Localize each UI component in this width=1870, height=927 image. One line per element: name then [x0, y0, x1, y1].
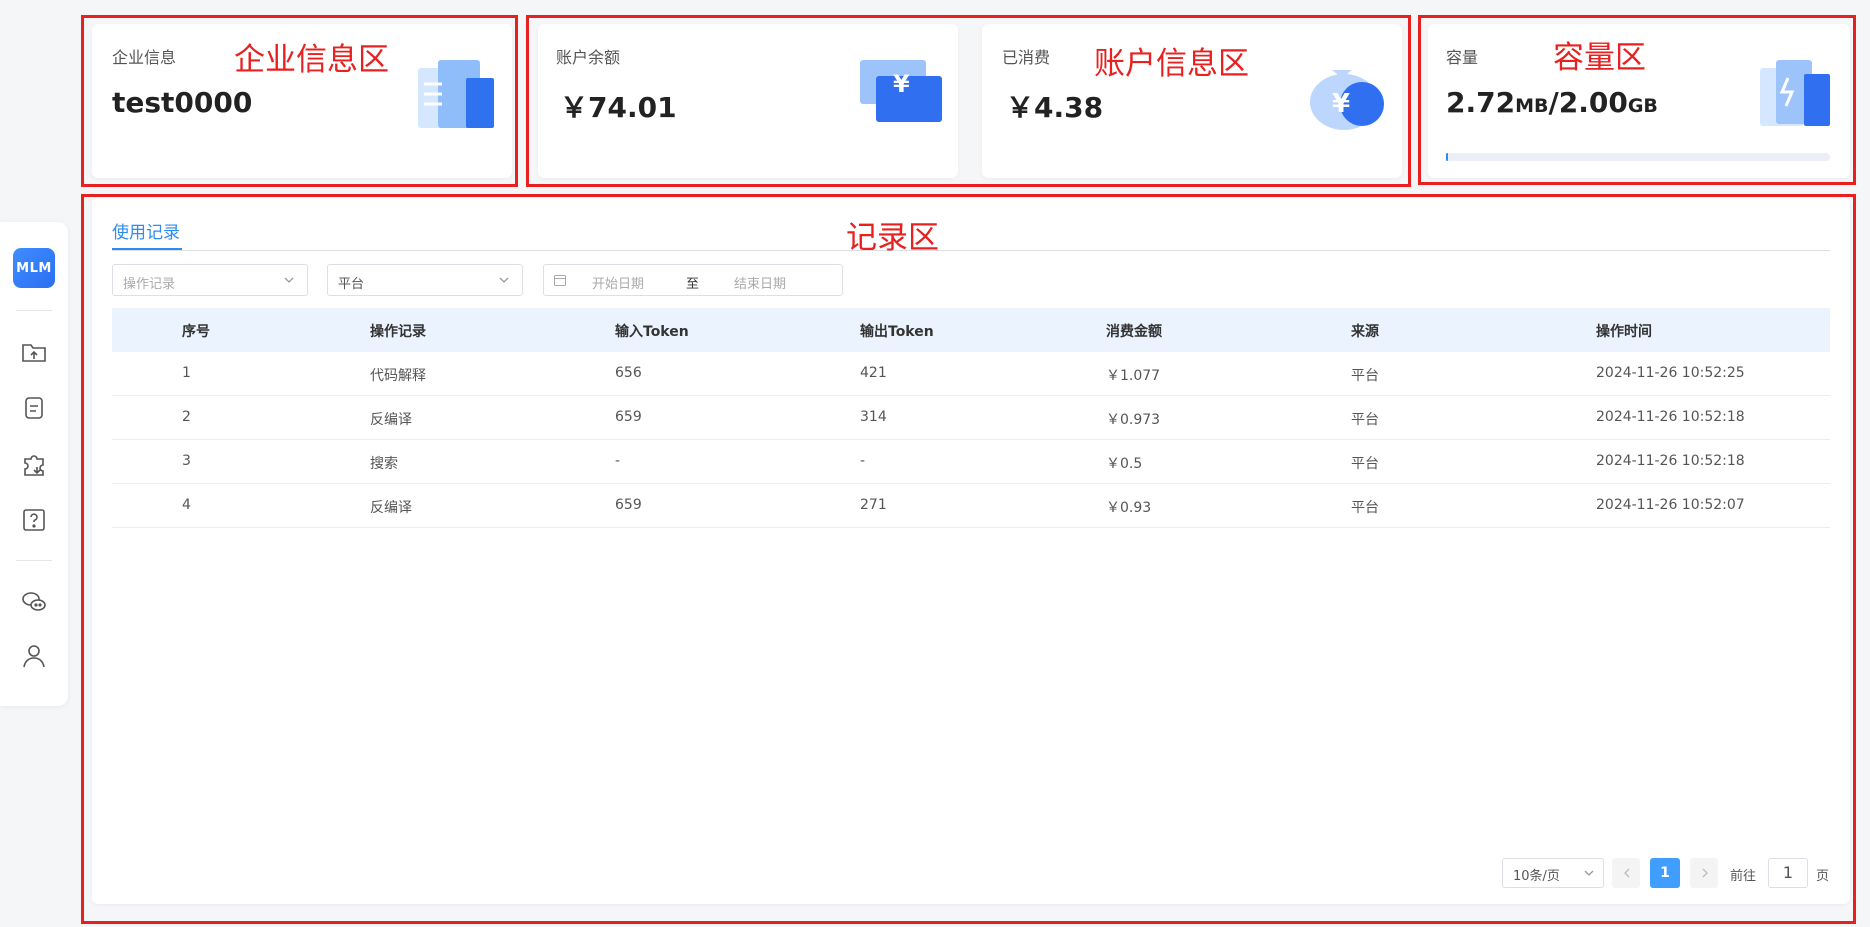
record-zone-box	[81, 194, 1856, 924]
enterprise-zone-label: 企业信息区	[234, 42, 389, 78]
sidebar: MLM	[0, 222, 68, 706]
sidebar-divider	[16, 560, 52, 561]
account-zone-box	[526, 15, 1411, 187]
wechat-icon[interactable]	[20, 588, 48, 616]
document-icon[interactable]	[20, 394, 48, 422]
record-zone-label: 记录区	[846, 220, 939, 256]
help-icon[interactable]	[20, 506, 48, 534]
sidebar-divider	[16, 310, 52, 311]
capacity-zone-label: 容量区	[1553, 40, 1646, 76]
folder-upload-icon[interactable]	[20, 338, 48, 366]
plugin-icon[interactable]	[20, 450, 48, 478]
user-icon[interactable]	[20, 642, 48, 670]
account-zone-label: 账户信息区	[1094, 46, 1249, 82]
app-logo[interactable]: MLM	[13, 248, 55, 288]
